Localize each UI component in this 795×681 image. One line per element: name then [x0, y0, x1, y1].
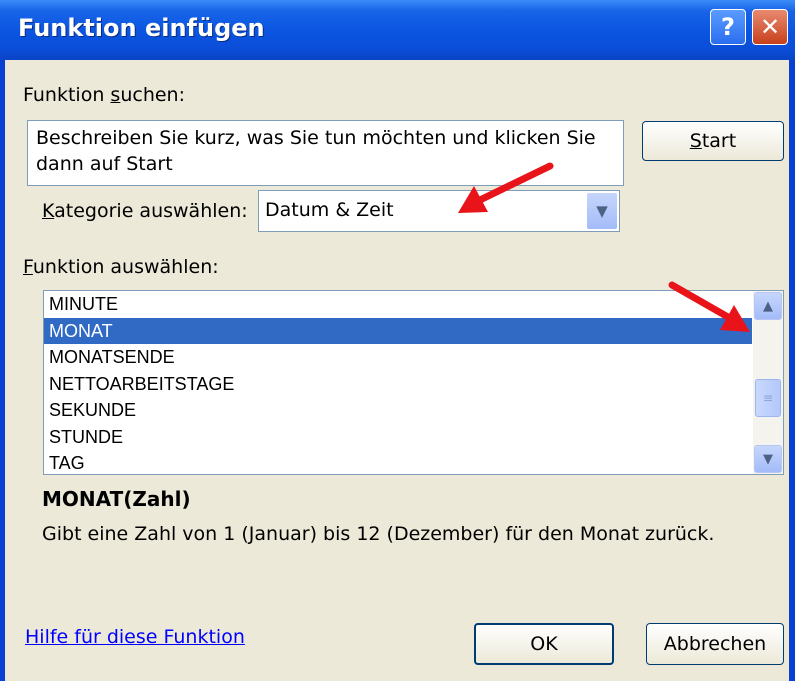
- category-selected-value: Datum & Zeit: [265, 199, 394, 221]
- chevron-up-icon: ▲: [763, 298, 773, 314]
- search-function-label: Funktion suchen:: [23, 84, 185, 106]
- function-signature: MONAT(Zahl): [42, 487, 191, 511]
- grip-icon: ≡: [762, 391, 774, 405]
- function-list-item[interactable]: TAG: [44, 450, 752, 474]
- function-list-item[interactable]: STUNDE: [44, 424, 752, 451]
- function-list-items: MINUTE MONAT MONATSENDE NETTOARBEITSTAGE SEK…: [44, 291, 752, 474]
- help-button[interactable]: ?: [710, 9, 746, 45]
- scroll-thumb[interactable]: ≡: [755, 379, 781, 417]
- search-input[interactable]: Beschreiben Sie kurz, was Sie tun möchte…: [27, 120, 624, 186]
- function-list-item[interactable]: MONATSENDE: [44, 344, 752, 371]
- list-scrollbar[interactable]: ▲ ≡ ▼: [753, 291, 783, 474]
- cancel-button[interactable]: Abbrechen: [646, 623, 784, 665]
- function-list-item[interactable]: MINUTE: [44, 291, 752, 318]
- function-list-item[interactable]: SEKUNDE: [44, 397, 752, 424]
- function-list-item[interactable]: NETTOARBEITSTAGE: [44, 371, 752, 398]
- scroll-down-button[interactable]: ▼: [754, 445, 782, 473]
- function-list[interactable]: MINUTE MONAT MONATSENDE NETTOARBEITSTAGE SEK…: [43, 290, 784, 475]
- function-help-link[interactable]: Hilfe für diese Funktion: [25, 626, 245, 648]
- function-select-label: Funktion auswählen:: [23, 256, 219, 278]
- category-select[interactable]: Datum & Zeit ▼: [258, 190, 620, 232]
- close-icon: ✕: [759, 13, 781, 41]
- start-button[interactable]: Start: [642, 121, 784, 161]
- dialog-body: Funktion suchen: Beschreiben Sie kurz, w…: [5, 60, 789, 681]
- chevron-down-icon[interactable]: ▼: [587, 193, 617, 229]
- question-icon: ?: [721, 13, 735, 41]
- close-button[interactable]: ✕: [752, 9, 788, 45]
- scroll-up-button[interactable]: ▲: [754, 292, 782, 320]
- function-list-item[interactable]: MONAT: [44, 317, 752, 344]
- insert-function-dialog: Funktion einfügen ? ✕ Funktion suchen: B…: [0, 0, 795, 681]
- category-label: Kategorie auswählen:: [42, 200, 248, 222]
- ok-button[interactable]: OK: [474, 623, 614, 665]
- chevron-down-icon: ▼: [763, 451, 773, 467]
- function-description: Gibt eine Zahl von 1 (Januar) bis 12 (De…: [42, 523, 715, 545]
- window-title: Funktion einfügen: [18, 14, 265, 42]
- title-bar[interactable]: Funktion einfügen ? ✕: [0, 0, 795, 60]
